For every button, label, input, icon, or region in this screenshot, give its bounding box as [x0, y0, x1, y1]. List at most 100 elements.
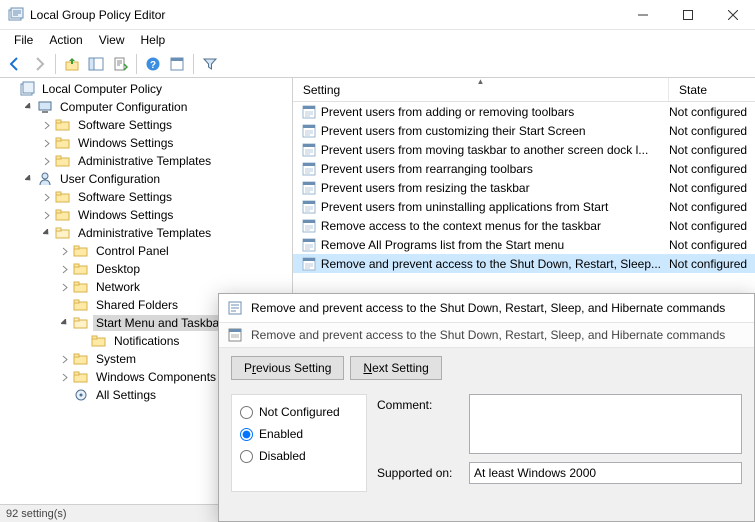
- row-state: Not configured: [669, 181, 755, 195]
- minimize-button[interactable]: [620, 0, 665, 29]
- chevron-right-icon[interactable]: [58, 352, 72, 366]
- column-label: State: [679, 83, 707, 97]
- tree-item[interactable]: Software Settings: [40, 188, 292, 206]
- list-row[interactable]: Prevent users from uninstalling applicat…: [293, 197, 755, 216]
- tree-label: Control Panel: [93, 243, 172, 259]
- tree-label: Administrative Templates: [75, 153, 214, 169]
- tree-user-configuration[interactable]: User Configuration: [22, 170, 292, 188]
- column-label: Setting: [303, 83, 340, 97]
- filter-button[interactable]: [199, 53, 221, 75]
- supported-on-field: At least Windows 2000: [469, 462, 742, 484]
- list-row[interactable]: Prevent users from resizing the taskbarN…: [293, 178, 755, 197]
- tree-root[interactable]: Local Computer Policy: [4, 80, 292, 98]
- menu-help[interactable]: Help: [133, 32, 174, 48]
- folder-icon: [73, 297, 89, 313]
- show-hide-tree-button[interactable]: [85, 53, 107, 75]
- app-icon: [8, 7, 24, 23]
- column-header-state[interactable]: State: [669, 78, 755, 101]
- list-row[interactable]: Prevent users from rearranging toolbarsN…: [293, 159, 755, 178]
- chevron-right-icon[interactable]: [58, 244, 72, 258]
- menu-file[interactable]: File: [6, 32, 41, 48]
- list-row[interactable]: Prevent users from adding or removing to…: [293, 102, 755, 121]
- list-row[interactable]: Prevent users from customizing their Sta…: [293, 121, 755, 140]
- radio-label: Not Configured: [259, 405, 340, 419]
- menu-action[interactable]: Action: [41, 32, 90, 48]
- previous-setting-button[interactable]: Previous Setting: [231, 356, 344, 380]
- dialog-title-bar[interactable]: Remove and prevent access to the Shut Do…: [219, 294, 754, 322]
- list-row[interactable]: Remove All Programs list from the Start …: [293, 235, 755, 254]
- list-row[interactable]: Remove access to the context menus for t…: [293, 216, 755, 235]
- chevron-down-icon[interactable]: [22, 100, 36, 114]
- forward-button[interactable]: [28, 53, 50, 75]
- policy-dialog: Remove and prevent access to the Shut Do…: [218, 293, 755, 522]
- tree-item[interactable]: Software Settings: [40, 116, 292, 134]
- back-button[interactable]: [4, 53, 26, 75]
- folder-icon: [73, 351, 89, 367]
- policy-setting-icon: [301, 161, 317, 177]
- maximize-button[interactable]: [665, 0, 710, 29]
- tree-item[interactable]: Administrative Templates: [40, 152, 292, 170]
- radio-enabled[interactable]: Enabled: [240, 423, 366, 445]
- tree-label: Notifications: [111, 333, 182, 349]
- radio-label: Disabled: [259, 449, 306, 463]
- chevron-right-icon[interactable]: [58, 370, 72, 384]
- policy-setting-icon: [301, 123, 317, 139]
- menu-bar: File Action View Help: [0, 30, 755, 50]
- chevron-down-icon[interactable]: [22, 172, 36, 186]
- policy-setting-icon: [301, 180, 317, 196]
- chevron-right-icon[interactable]: [40, 154, 54, 168]
- close-button[interactable]: [710, 0, 755, 29]
- list-row[interactable]: Prevent users from moving taskbar to ano…: [293, 140, 755, 159]
- folder-icon: [55, 135, 71, 151]
- policy-icon: [227, 300, 243, 316]
- chevron-right-icon[interactable]: [40, 136, 54, 150]
- chevron-down-icon[interactable]: [58, 316, 72, 330]
- help-button[interactable]: ?: [142, 53, 164, 75]
- tree-item[interactable]: Windows Settings: [40, 206, 292, 224]
- tree-item[interactable]: Control Panel: [58, 242, 292, 260]
- tree-item[interactable]: Desktop: [58, 260, 292, 278]
- row-setting: Prevent users from adding or removing to…: [321, 105, 669, 119]
- folder-icon: [55, 207, 71, 223]
- dialog-subheader: Remove and prevent access to the Shut Do…: [219, 322, 754, 348]
- tree-label: Windows Settings: [75, 135, 176, 151]
- up-level-button[interactable]: [61, 53, 83, 75]
- next-setting-button[interactable]: Next Setting: [350, 356, 441, 380]
- window-title: Local Group Policy Editor: [30, 8, 620, 22]
- tree-label: Software Settings: [75, 189, 175, 205]
- row-state: Not configured: [669, 257, 755, 271]
- chevron-down-icon[interactable]: [4, 82, 18, 96]
- list-header: Setting ▲ State: [293, 78, 755, 102]
- policy-setting-icon: [301, 104, 317, 120]
- menu-view[interactable]: View: [91, 32, 133, 48]
- row-setting: Prevent users from rearranging toolbars: [321, 162, 669, 176]
- list-row[interactable]: Remove and prevent access to the Shut Do…: [293, 254, 755, 273]
- sort-ascending-icon: ▲: [476, 77, 484, 86]
- chevron-right-icon[interactable]: [40, 190, 54, 204]
- settings-icon: [73, 387, 89, 403]
- chevron-down-icon[interactable]: [40, 226, 54, 240]
- tree-label: User Configuration: [57, 171, 163, 187]
- radio-disabled[interactable]: Disabled: [240, 445, 366, 467]
- comment-label: Comment:: [377, 394, 469, 412]
- properties-button[interactable]: [166, 53, 188, 75]
- policy-setting-icon: [227, 327, 243, 343]
- row-setting: Remove access to the context menus for t…: [321, 219, 669, 233]
- chevron-right-icon[interactable]: [40, 118, 54, 132]
- tree-label: Windows Settings: [75, 207, 176, 223]
- chevron-right-icon[interactable]: [58, 280, 72, 294]
- tree-administrative-templates[interactable]: Administrative Templates: [40, 224, 292, 242]
- status-text: 92 setting(s): [6, 508, 67, 520]
- export-list-button[interactable]: [109, 53, 131, 75]
- chevron-right-icon[interactable]: [40, 208, 54, 222]
- row-state: Not configured: [669, 124, 755, 138]
- radio-label: Enabled: [259, 427, 303, 441]
- radio-not-configured[interactable]: Not Configured: [240, 401, 366, 423]
- comment-field[interactable]: [469, 394, 742, 454]
- tree-label: Network: [93, 279, 143, 295]
- tree-computer-configuration[interactable]: Computer Configuration: [22, 98, 292, 116]
- chevron-right-icon[interactable]: [58, 262, 72, 276]
- column-header-setting[interactable]: Setting ▲: [293, 78, 669, 101]
- tree-item[interactable]: Windows Settings: [40, 134, 292, 152]
- row-setting: Prevent users from moving taskbar to ano…: [321, 143, 669, 157]
